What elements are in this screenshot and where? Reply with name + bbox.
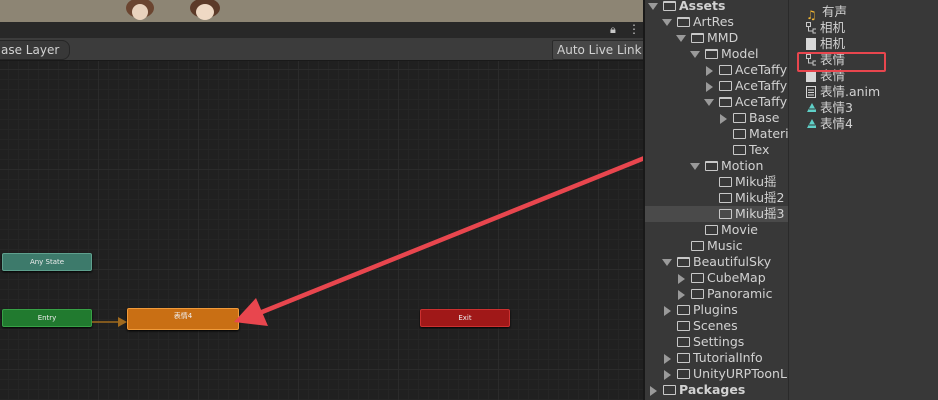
folder-icon [719,208,732,219]
folder-open-icon [677,16,690,27]
tree-item-music[interactable]: Music [691,238,743,254]
tree-item-settings[interactable]: Settings [677,334,744,350]
audio-icon: ♫ [806,7,817,22]
folder-open-icon [677,256,690,267]
asset-item-expression3[interactable]: 表情3 [806,100,853,116]
animator-controller-icon [806,21,816,33]
text-file-icon [806,85,816,98]
tree-item-beautifulsky[interactable]: BeautifulSky [662,254,771,270]
tree-item-base[interactable]: Base [718,110,779,126]
asset-item-camera-file[interactable]: 相机 [806,36,845,52]
collapse-arrow-icon[interactable] [664,369,671,380]
collapse-arrow-icon[interactable] [706,65,713,76]
tree-item-assets[interactable]: Assets [648,0,725,14]
asset-item-audio[interactable]: ♫ 有声 [806,4,847,22]
folder-icon [677,320,690,331]
folder-icon [677,352,690,363]
tree-item-unityurptoonlit[interactable]: UnityURPToonLi [662,366,788,382]
animation-clip-icon [807,102,816,112]
folder-icon [733,112,746,123]
folder-icon [691,272,704,283]
collapse-arrow-icon[interactable] [720,113,727,124]
expand-arrow-icon[interactable] [704,99,714,106]
folder-open-icon [663,0,676,11]
tree-item-artres[interactable]: ArtRes [662,14,734,30]
tree-item-motion[interactable]: Motion [690,158,763,174]
folder-icon [733,144,746,155]
folder-icon [691,288,704,299]
asset-list-panel: ♫ 有声 相机 相机 表情 表情 表情.anim 表情3 表情4 [788,0,938,400]
project-tree: Assets ArtRes MMD Model AceTaffy AceTaff… [645,0,788,400]
folder-open-icon [705,160,718,171]
expand-arrow-icon[interactable] [690,51,700,58]
asset-item-expression4[interactable]: 表情4 [806,116,853,132]
tree-item-plugins[interactable]: Plugins [662,302,738,318]
tree-item-mmd[interactable]: MMD [676,30,738,46]
tree-item-miku-1[interactable]: Miku摇 [719,174,777,190]
collapse-arrow-icon[interactable] [650,385,657,396]
expand-arrow-icon[interactable] [662,259,672,266]
tree-item-materials[interactable]: Materi [733,126,788,142]
collapse-arrow-icon[interactable] [664,305,671,316]
tree-item-panoramic[interactable]: Panoramic [676,286,773,302]
tree-item-acetaffy-2[interactable]: AceTaffy [704,78,787,94]
tree-item-cubemap[interactable]: CubeMap [676,270,766,286]
asset-item-camera-controller[interactable]: 相机 [806,20,845,36]
folder-open-icon [691,32,704,43]
folder-icon [705,224,718,235]
folder-icon [719,80,732,91]
expand-arrow-icon[interactable] [662,19,672,26]
entry-transition-arrowhead [118,317,127,327]
tree-item-packages[interactable]: Packages [648,382,745,398]
file-icon [806,37,816,50]
folder-icon [719,176,732,187]
folder-icon [733,128,746,139]
asset-item-expression-anim[interactable]: 表情.anim [806,84,880,100]
collapse-arrow-icon[interactable] [706,81,713,92]
tree-item-acetaffy-1[interactable]: AceTaffy [704,62,787,78]
collapse-arrow-icon[interactable] [678,273,685,284]
tree-item-textures[interactable]: Tex [733,142,769,158]
expand-arrow-icon[interactable] [676,35,686,42]
animation-clip-icon [807,118,816,128]
tree-item-movie[interactable]: Movie [705,222,758,238]
folder-icon [677,336,690,347]
collapse-arrow-icon[interactable] [678,289,685,300]
tree-item-miku-2[interactable]: Miku摇2 [719,190,785,206]
annotation-highlight-box [797,52,886,72]
tree-item-model[interactable]: Model [690,46,759,62]
folder-open-icon [719,96,732,107]
folder-icon [677,368,690,379]
folder-icon [719,192,732,203]
expand-arrow-icon[interactable] [690,163,700,170]
tree-item-scenes[interactable]: Scenes [677,318,738,334]
folder-icon [719,64,732,75]
folder-icon [677,304,690,315]
expand-arrow-icon[interactable] [648,3,658,10]
collapse-arrow-icon[interactable] [664,353,671,364]
folder-icon [663,384,676,395]
tree-item-miku-3[interactable]: Miku摇3 [719,206,785,222]
folder-icon [691,240,704,251]
folder-open-icon [705,48,718,59]
tree-item-tutorialinfo[interactable]: TutorialInfo [662,350,763,366]
tree-item-acetaffy-3[interactable]: AceTaffy [704,94,787,110]
